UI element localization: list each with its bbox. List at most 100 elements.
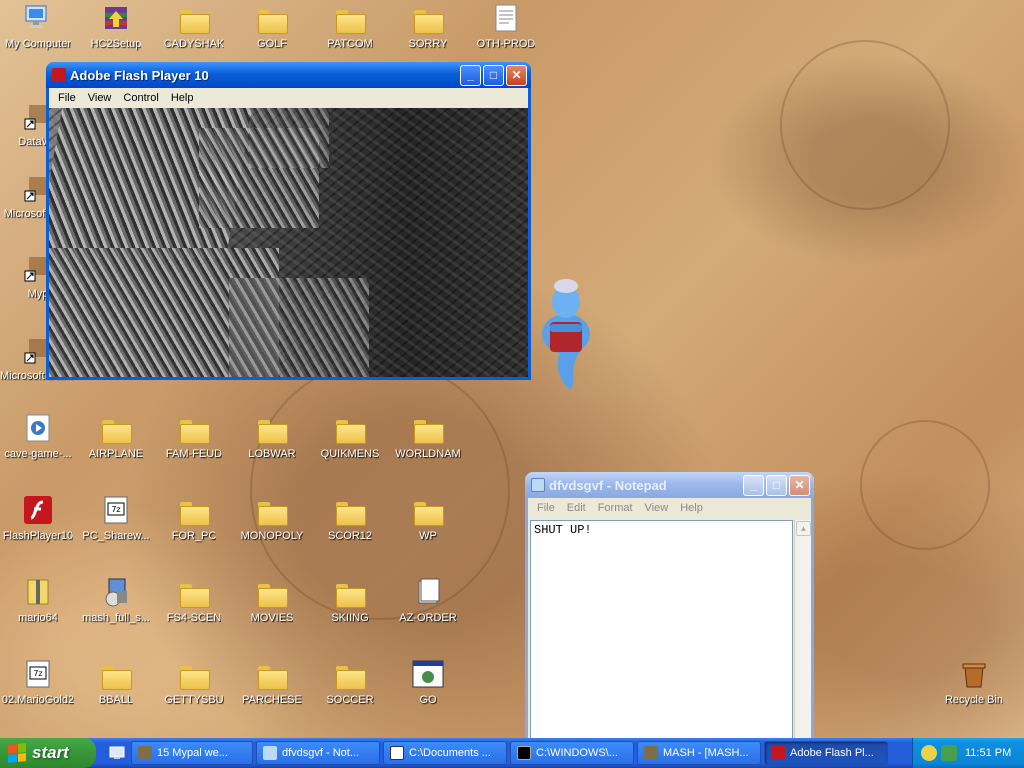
task-flash-player[interactable]: Adobe Flash Pl...: [764, 741, 888, 765]
notepad-menubar: File Edit Format View Help: [528, 498, 811, 518]
desktop-icon-label: SKIING: [331, 612, 369, 624]
desktop-icon-fam-feud[interactable]: FAM-FEUD: [156, 412, 232, 482]
notepad-window-title: dfvdsgvf - Notepad: [549, 477, 667, 493]
computer-icon: [22, 2, 54, 34]
wallpaper-sketch: [780, 40, 950, 210]
genie-assistant[interactable]: [530, 272, 602, 392]
notepad-titlebar[interactable]: dfvdsgvf - Notepad _ □ ✕: [525, 472, 814, 498]
7z-icon: [390, 746, 404, 760]
notepad-text-area[interactable]: SHUT UP!: [530, 520, 793, 738]
tray-network-icon[interactable]: [941, 745, 957, 761]
7z-icon: 7z: [100, 494, 132, 526]
folder-icon: [412, 412, 444, 444]
console-icon: [517, 746, 531, 760]
task-label: dfvdsgvf - Not...: [282, 747, 360, 759]
maximize-button[interactable]: □: [766, 474, 787, 496]
desktop-icon-recycle-bin[interactable]: Recycle Bin: [936, 658, 1012, 728]
minimize-button[interactable]: _: [460, 64, 481, 86]
folder-icon: [178, 576, 210, 608]
installer2-icon: [100, 576, 132, 608]
notepad-scrollbar[interactable]: ▲: [794, 520, 811, 738]
desktop-icon-for-pc[interactable]: FOR_PC: [156, 494, 232, 564]
desktop-icon-label: GOLF: [257, 38, 287, 50]
desktop-icon-airplane[interactable]: AIRPLANE: [78, 412, 154, 482]
desktop-icon-label: mario64: [18, 612, 58, 624]
desktop-icon-quikmens[interactable]: QUIKMENS: [312, 412, 388, 482]
desktop-icon-lobwar[interactable]: LOBWAR: [234, 412, 310, 482]
task-cmd[interactable]: C:\WINDOWS\...: [510, 741, 634, 765]
menu-file[interactable]: File: [52, 92, 82, 104]
flash-app-icon: [52, 68, 66, 82]
wallpaper-sketch: [860, 420, 990, 550]
flash-window-title: Adobe Flash Player 10: [70, 67, 209, 83]
task-label: Adobe Flash Pl...: [790, 747, 874, 759]
menu-view[interactable]: View: [639, 502, 675, 514]
menu-view[interactable]: View: [82, 92, 118, 104]
desktop-icon-az-order[interactable]: AZ-ORDER: [390, 576, 466, 646]
task-label: C:\Documents ...: [409, 747, 491, 759]
tray-genie-icon[interactable]: [921, 745, 937, 761]
desktop-icon-scor12[interactable]: SCOR12: [312, 494, 388, 564]
flash-game-viewport[interactable]: [49, 108, 528, 377]
task-mypal[interactable]: 15 Mypal we...: [131, 741, 253, 765]
desktop-icon-mash-full-s[interactable]: mash_full_s...: [78, 576, 154, 646]
desktop-icon-02-mariogold2[interactable]: 7z 02.MarioGold2: [0, 658, 76, 728]
flash-menubar: File View Control Help: [49, 88, 528, 108]
desktop-icon-worldnam[interactable]: WORLDNAM: [390, 412, 466, 482]
cave-rock: [229, 278, 369, 377]
folder-icon: [334, 658, 366, 690]
desktop-icon-fs4-scen[interactable]: FS4-SCEN: [156, 576, 232, 646]
desktop-icon-parchese[interactable]: PARCHESE: [234, 658, 310, 728]
scroll-up-arrow-icon[interactable]: ▲: [796, 521, 811, 536]
menu-help[interactable]: Help: [165, 92, 200, 104]
desktop-icon-label: SOCCER: [326, 694, 374, 706]
flash-titlebar[interactable]: Adobe Flash Player 10 _ □ ✕: [46, 62, 531, 88]
menu-edit[interactable]: Edit: [561, 502, 592, 514]
maximize-button[interactable]: □: [483, 64, 504, 86]
notepad-window[interactable]: dfvdsgvf - Notepad _ □ ✕ File Edit Forma…: [525, 472, 814, 738]
desktop-icon-monopoly[interactable]: MONOPOLY: [234, 494, 310, 564]
desktop-icon-label: PARCHESE: [242, 694, 302, 706]
desktop-icon-label: Recycle Bin: [944, 694, 1004, 706]
desktop[interactable]: My Computer HC2Setup CADYSHAK GOLF PATCOM SOR…: [0, 0, 1024, 738]
desktop-icon-soccer[interactable]: SOCCER: [312, 658, 388, 728]
minimize-button[interactable]: _: [743, 474, 764, 496]
desktop-icon-label: SORRY: [408, 38, 448, 50]
flash-player-window[interactable]: Adobe Flash Player 10 _ □ ✕ File View Co…: [46, 62, 531, 380]
clock[interactable]: 11:51 PM: [965, 747, 1011, 759]
menu-file[interactable]: File: [531, 502, 561, 514]
folder-icon: [256, 576, 288, 608]
folder-icon: [412, 494, 444, 526]
desktop-icon-go[interactable]: GO: [390, 658, 466, 728]
folder-icon: [178, 2, 210, 34]
close-button[interactable]: ✕: [789, 474, 810, 496]
task-mash[interactable]: MASH - [MASH...: [637, 741, 761, 765]
desktop-icon-skiing[interactable]: SKIING: [312, 576, 388, 646]
menu-control[interactable]: Control: [117, 92, 164, 104]
desktop-icon-pc-sharew[interactable]: 7z PC_Sharew...: [78, 494, 154, 564]
desktop-icon-bball[interactable]: BBALL: [78, 658, 154, 728]
desktop-icon-label: QUIKMENS: [320, 448, 380, 460]
quick-launch-desktop-icon[interactable]: [106, 741, 128, 765]
menu-help[interactable]: Help: [674, 502, 709, 514]
desktop-icon-label: mash_full_s...: [82, 612, 150, 624]
desktop-icon-label: CADYSHAK: [163, 38, 225, 50]
task-label: C:\WINDOWS\...: [536, 747, 618, 759]
task-notepad[interactable]: dfvdsgvf - Not...: [256, 741, 380, 765]
desktop-icon-cave-game[interactable]: cave-game-...: [0, 412, 76, 482]
desktop-icon-label: FlashPlayer10: [2, 530, 74, 542]
desktop-icon-gettysbu[interactable]: GETTYSBU: [156, 658, 232, 728]
folder-icon: [100, 658, 132, 690]
desktop-icon-flashplayer10[interactable]: FlashPlayer10: [0, 494, 76, 564]
desktop-icon-mario64[interactable]: mario64: [0, 576, 76, 646]
desktop-icon-movies[interactable]: MOVIES: [234, 576, 310, 646]
app-icon: [412, 658, 444, 690]
folder-icon: [256, 2, 288, 34]
notepad-app-icon: [531, 478, 545, 492]
menu-format[interactable]: Format: [592, 502, 639, 514]
desktop-icon-wp[interactable]: WP: [390, 494, 466, 564]
flash-icon: [22, 494, 54, 526]
close-button[interactable]: ✕: [506, 64, 527, 86]
task-documents[interactable]: C:\Documents ...: [383, 741, 507, 765]
start-button[interactable]: start: [0, 738, 96, 768]
